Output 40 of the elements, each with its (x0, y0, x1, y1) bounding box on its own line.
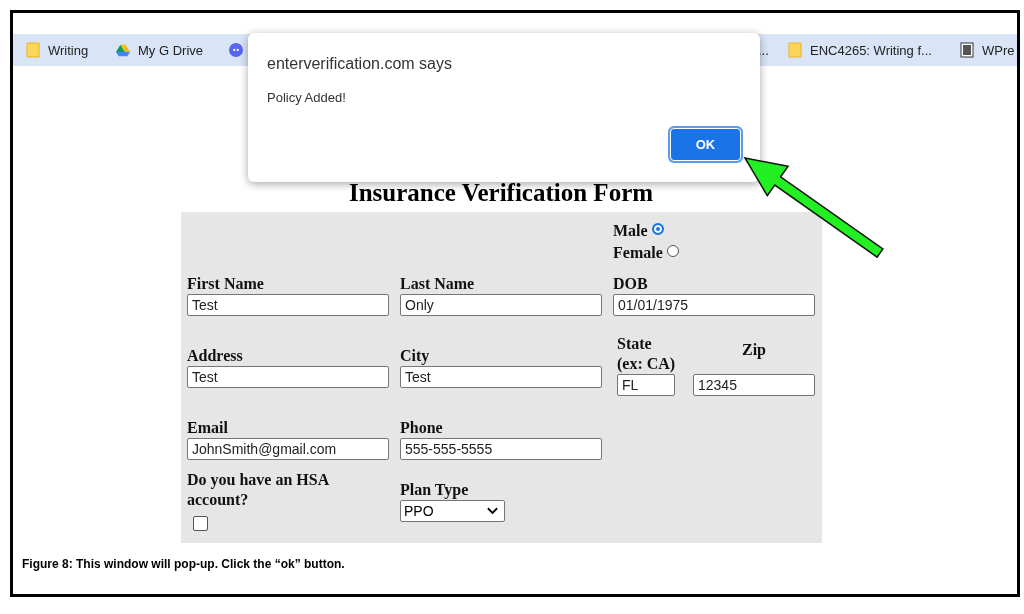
input-field[interactable]: JohnSmith@gmail.com (187, 438, 389, 460)
radio-option[interactable]: Female (613, 242, 679, 264)
dialog-message: Policy Added! (267, 90, 346, 105)
dropdown[interactable]: PPO (400, 500, 505, 522)
input-field[interactable]: FL (617, 374, 675, 396)
folder-icon (26, 42, 40, 58)
bookmark[interactable]: ENC4265: Writing f... (788, 34, 932, 66)
input-field[interactable]: Test (187, 366, 389, 388)
field-label: Last Name (400, 274, 475, 294)
input-field[interactable]: 12345 (693, 374, 815, 396)
input-field[interactable]: Test (400, 366, 602, 388)
chevron-down-icon (487, 507, 498, 515)
field-label: DOB (613, 274, 648, 294)
field-label: State (ex: CA) (617, 334, 677, 374)
field-label: Address (187, 346, 243, 366)
form-title: Insurance Verification Form (347, 180, 655, 206)
figure-caption: Figure 8: This window will pop-up. Click the “ok” button. (22, 557, 346, 571)
bookmark[interactable]: My G Drive (116, 34, 203, 66)
document-icon (960, 42, 974, 58)
ok-button[interactable]: OK (670, 128, 741, 161)
input-field[interactable]: Only (400, 294, 602, 316)
bookmark[interactable]: ... (758, 34, 769, 66)
input-field[interactable]: Test (187, 294, 389, 316)
folder-icon (788, 42, 802, 58)
chat-icon (229, 42, 243, 58)
field-label: Phone (400, 418, 443, 438)
field-label: City (400, 346, 430, 366)
drive-icon (116, 42, 130, 58)
dialog-title: enterverification.com says (267, 55, 452, 73)
bookmark[interactable]: Writing (26, 34, 89, 66)
field-label: Plan Type (400, 480, 469, 500)
input-field[interactable]: 555-555-5555 (400, 438, 602, 460)
field-label: Zip (742, 340, 766, 360)
field-label: Email (187, 418, 228, 438)
field-label: First Name (187, 274, 264, 294)
field-label: Do you have an HSA account? (187, 470, 330, 510)
input-field[interactable]: 01/01/1975 (613, 294, 815, 316)
bookmark[interactable]: WPre (960, 34, 1015, 66)
radio-option[interactable]: Male (613, 220, 664, 242)
checkbox[interactable] (193, 516, 208, 531)
